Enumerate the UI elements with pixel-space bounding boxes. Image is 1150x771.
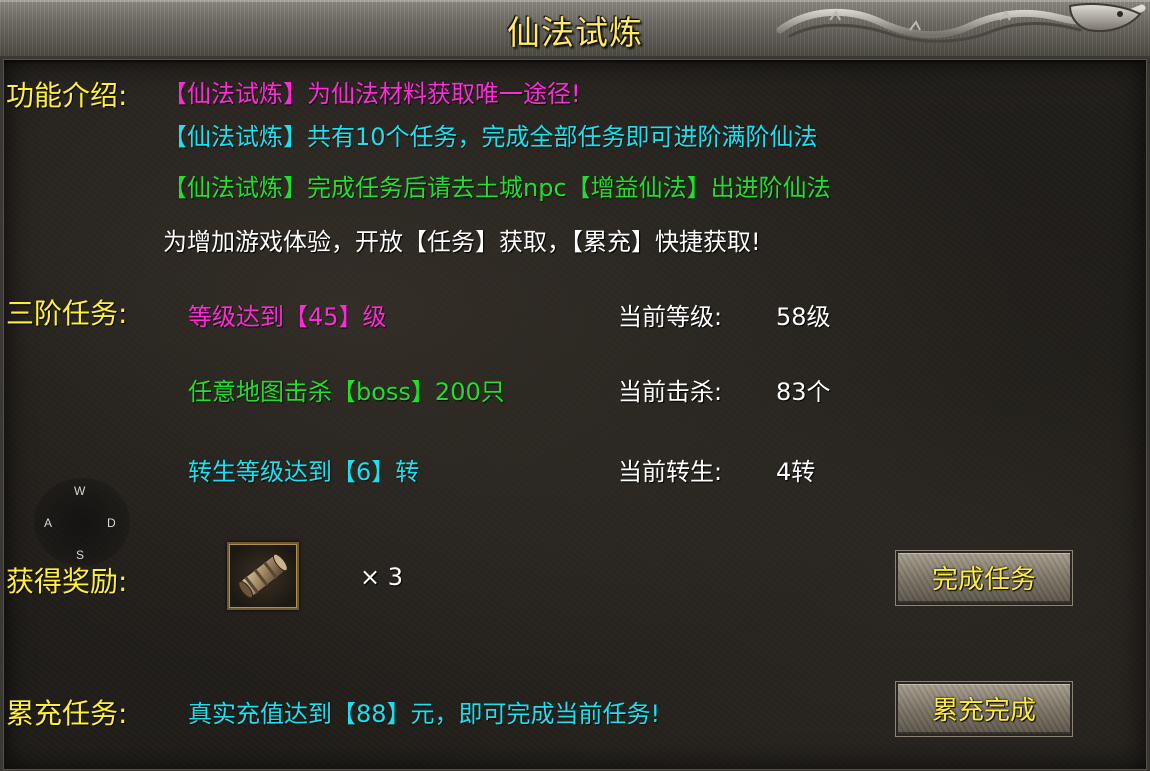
task-requirement-rebirth: 转生等级达到【6】转: [188, 458, 420, 486]
recharge-label: 累充任务:: [6, 697, 128, 730]
task-progress-label-rebirth: 当前转生:: [618, 458, 723, 486]
compass-w: W: [74, 484, 86, 498]
recharge-text: 真实充值达到【88】元，即可完成当前任务!: [188, 700, 661, 728]
task-progress-value-boss: 83个: [776, 378, 831, 406]
recharge-complete-button[interactable]: 累充完成: [896, 682, 1072, 736]
trial-panel: 仙法试炼 功能介绍: 【仙法试炼】为仙法材料获取唯一途径! 【仙法试炼】共有10…: [0, 0, 1150, 771]
quest-label: 三阶任务:: [6, 297, 128, 330]
task-requirement-level: 等级达到【45】级: [188, 303, 387, 331]
reward-label: 获得奖励:: [6, 565, 128, 598]
task-progress-value-rebirth: 4转: [776, 458, 816, 486]
reward-quantity: × 3: [360, 563, 404, 591]
intro-line-1: 【仙法试炼】为仙法材料获取唯一途径!: [163, 80, 581, 108]
intro-line-4: 为增加游戏体验，开放【任务】获取，【累充】快捷获取!: [163, 228, 761, 256]
title-bar: 仙法试炼: [0, 0, 1150, 59]
dragon-ornament-icon: [776, 3, 1146, 43]
task-progress-label-level: 当前等级:: [618, 303, 723, 331]
task-progress-value-level: 58级: [776, 303, 831, 331]
compass-d: D: [107, 516, 116, 530]
task-requirement-boss: 任意地图击杀【boss】200只: [188, 378, 505, 406]
panel-frame: [0, 56, 1150, 771]
task-progress-label-boss: 当前击杀:: [618, 378, 723, 406]
compass-a: A: [44, 516, 53, 530]
intro-line-2: 【仙法试炼】共有10个任务，完成全部任务即可进阶满阶仙法: [163, 123, 818, 151]
movement-compass[interactable]: W A D S: [34, 478, 130, 566]
intro-line-3: 【仙法试炼】完成任务后请去土城npc【增益仙法】出进阶仙法: [163, 174, 831, 202]
scroll-item-icon: [238, 553, 288, 599]
complete-task-button[interactable]: 完成任务: [896, 551, 1072, 605]
intro-label: 功能介绍:: [6, 79, 128, 112]
reward-item-slot[interactable]: [227, 542, 299, 610]
